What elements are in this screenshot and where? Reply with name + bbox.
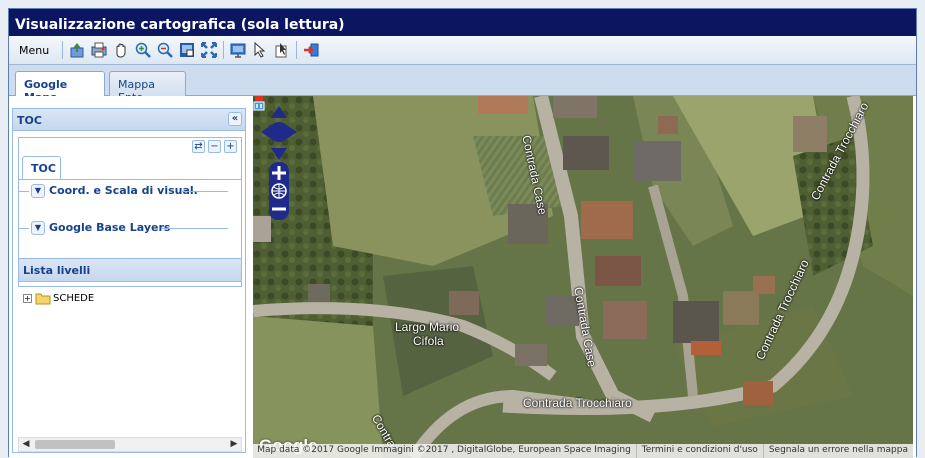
map-attribution: Map data ©2017 Google Immagini ©2017 , D… xyxy=(253,444,913,458)
exit-icon[interactable] xyxy=(301,40,321,60)
fieldset-line xyxy=(19,191,29,192)
fieldset-google-base-layers: ▼ Google Base Layers xyxy=(19,220,241,236)
scroll-left-icon[interactable]: ◀ xyxy=(19,438,33,451)
tab-toc[interactable]: TOC xyxy=(22,156,61,180)
toc-panel-title: TOC xyxy=(17,114,42,127)
zoom-in-icon[interactable] xyxy=(133,40,153,60)
map-label-place: Cifola xyxy=(413,334,444,348)
toolbar-separator xyxy=(296,41,298,59)
toc-panel-header: TOC « xyxy=(13,109,245,131)
map-label-place: Largo Mario xyxy=(395,320,460,334)
map-viewer-window: Visualizzazione cartografica (sola lettu… xyxy=(8,8,917,458)
tab-underline xyxy=(19,179,241,180)
fieldset-line xyxy=(19,228,29,229)
zoom-box-icon[interactable] xyxy=(177,40,197,60)
fieldset-line xyxy=(161,228,228,229)
select-pointer-icon[interactable] xyxy=(250,40,270,60)
layers-list-header: Lista livelli xyxy=(18,258,242,282)
pan-hand-icon[interactable] xyxy=(111,40,131,60)
horizontal-scrollbar[interactable]: ◀ ▶ xyxy=(18,437,242,452)
map-data-credit: Map data ©2017 Google Immagini ©2017 , D… xyxy=(253,444,636,458)
toc-panel: TOC « ⇄ − + TOC ▼ Coord. e Scala di visu… xyxy=(12,108,246,453)
zoom-out-button[interactable] xyxy=(269,202,289,218)
print-icon[interactable] xyxy=(89,40,109,60)
menu-button[interactable]: Menu xyxy=(13,42,55,59)
report-error-link[interactable]: Segnala un errore nella mappa xyxy=(762,444,913,458)
identify-icon[interactable] xyxy=(272,40,292,60)
fieldset-coord-label[interactable]: Coord. e Scala di visual. xyxy=(49,184,198,197)
folder-icon xyxy=(35,293,51,304)
refresh-button[interactable]: ⇄ xyxy=(192,140,205,153)
map-label-street: Contrada Trocchiaro xyxy=(523,396,632,410)
window-title: Visualizzazione cartografica (sola lettu… xyxy=(9,9,916,36)
tab-mappa-ente[interactable]: Mappa Ente xyxy=(109,71,186,104)
map-tabs: Google Maps Mappa Ente xyxy=(9,65,916,104)
full-extent-icon[interactable] xyxy=(199,40,219,60)
chevron-down-icon[interactable]: ▼ xyxy=(31,184,45,198)
pan-left-icon[interactable] xyxy=(261,124,273,140)
terms-link[interactable]: Termini e condizioni d'uso xyxy=(635,444,763,458)
tree-node-label: SCHEDE xyxy=(53,292,95,304)
pan-right-icon[interactable] xyxy=(285,124,297,140)
toolbar: Menu xyxy=(9,36,916,65)
pan-down-icon[interactable] xyxy=(271,148,287,160)
tab-google-maps[interactable]: Google Maps xyxy=(15,71,105,104)
expand-all-button[interactable]: + xyxy=(224,140,237,153)
fieldset-google-base-layers-label[interactable]: Google Base Layers xyxy=(49,221,170,234)
map-view[interactable]: Contrada Case Contrada Case Contrada Tro… xyxy=(253,96,913,458)
zoom-out-icon[interactable] xyxy=(155,40,175,60)
fieldset-coord: ▼ Coord. e Scala di visual. xyxy=(19,183,241,199)
scroll-thumb[interactable] xyxy=(35,440,115,449)
scroll-right-icon[interactable]: ▶ xyxy=(227,438,241,451)
toolbar-separator xyxy=(62,41,64,59)
tree-expand-icon[interactable]: + xyxy=(23,293,32,303)
toc-tools: ⇄ − + xyxy=(19,138,241,156)
location-marker-icon[interactable] xyxy=(253,96,265,112)
collapse-all-button[interactable]: − xyxy=(208,140,221,153)
globe-icon[interactable] xyxy=(269,183,289,199)
tree-node-schede[interactable]: + SCHEDE xyxy=(23,290,94,306)
export-icon[interactable] xyxy=(67,40,87,60)
zoom-in-button[interactable] xyxy=(269,164,289,180)
pan-up-icon[interactable] xyxy=(271,106,287,118)
info-icon[interactable] xyxy=(228,40,248,60)
fieldset-line xyxy=(181,191,228,192)
chevron-down-icon[interactable]: ▼ xyxy=(31,221,45,235)
toolbar-separator xyxy=(223,41,225,59)
collapse-panel-button[interactable]: « xyxy=(228,112,242,126)
tab-content: TOC « ⇄ − + TOC ▼ Coord. e Scala di visu… xyxy=(9,96,916,458)
